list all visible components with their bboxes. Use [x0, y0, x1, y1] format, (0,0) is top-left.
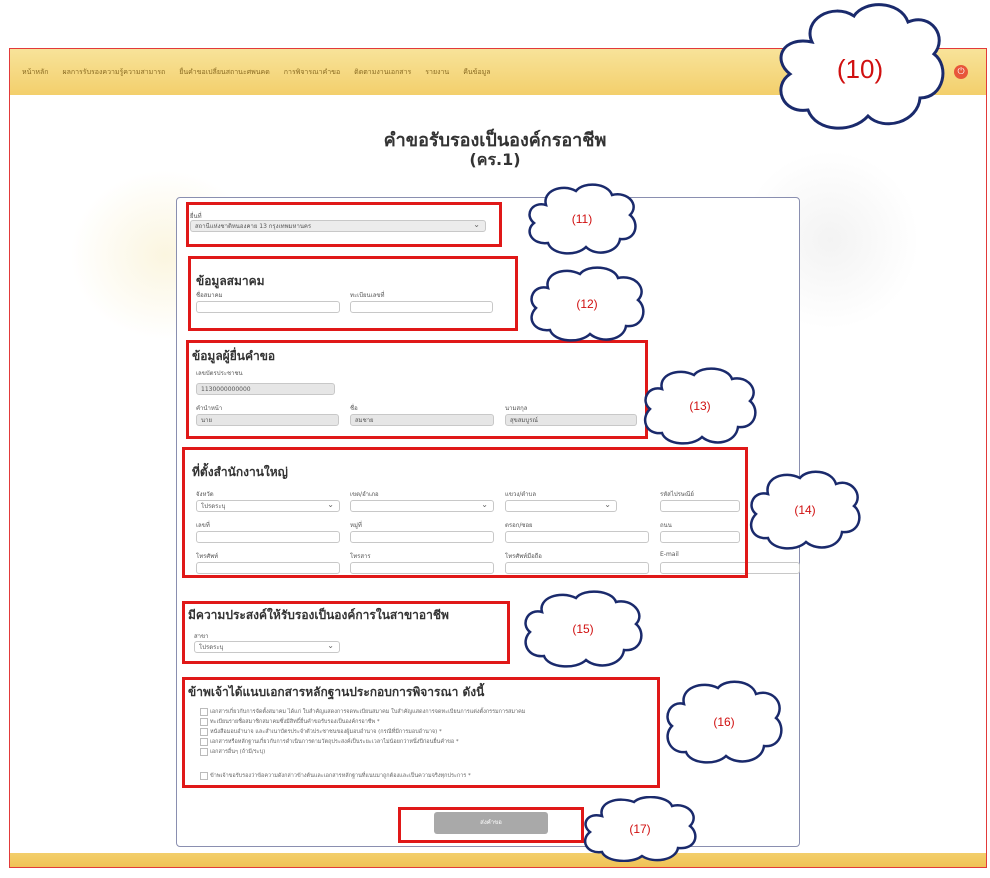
nav-item-tracking[interactable]: ติดตามงานเอกสาร — [354, 67, 411, 78]
callout-15: (15) — [520, 590, 646, 668]
callout-11: (11) — [524, 183, 640, 255]
page-subtitle: (คร.1) — [469, 150, 521, 169]
nav-item-home[interactable]: หน้าหลัก — [22, 67, 48, 78]
highlight-box-submit — [398, 807, 584, 843]
callout-12: (12) — [526, 266, 648, 342]
highlight-box-office — [186, 202, 502, 247]
bottom-bar — [10, 853, 986, 867]
callout-10: (10) — [772, 2, 948, 136]
nav-item-return-data[interactable]: คืนข้อมูล — [463, 67, 490, 78]
callout-14: (14) — [746, 470, 864, 550]
power-icon[interactable]: ⏻ — [954, 65, 968, 79]
highlight-box-hq — [182, 447, 748, 578]
highlight-box-applicant — [186, 340, 648, 439]
highlight-box-purpose — [182, 601, 510, 664]
callout-17: (17) — [580, 795, 700, 863]
nav-item-reports[interactable]: รายงาน — [425, 67, 449, 78]
nav-item-certification-results[interactable]: ผลการรับรองความรู้ความสามารถ — [62, 67, 165, 78]
highlight-box-documents — [182, 677, 660, 788]
highlight-box-association — [188, 256, 518, 331]
nav-menu: หน้าหลัก ผลการรับรองความรู้ความสามารถ ยื… — [22, 49, 491, 95]
nav-item-review[interactable]: การพิจารณาคำขอ — [284, 67, 340, 78]
nav-item-status-change[interactable]: ยื่นคำขอเปลี่ยนสถานะศพนคด — [179, 67, 270, 78]
callout-13: (13) — [640, 367, 760, 445]
callout-16: (16) — [662, 680, 786, 764]
